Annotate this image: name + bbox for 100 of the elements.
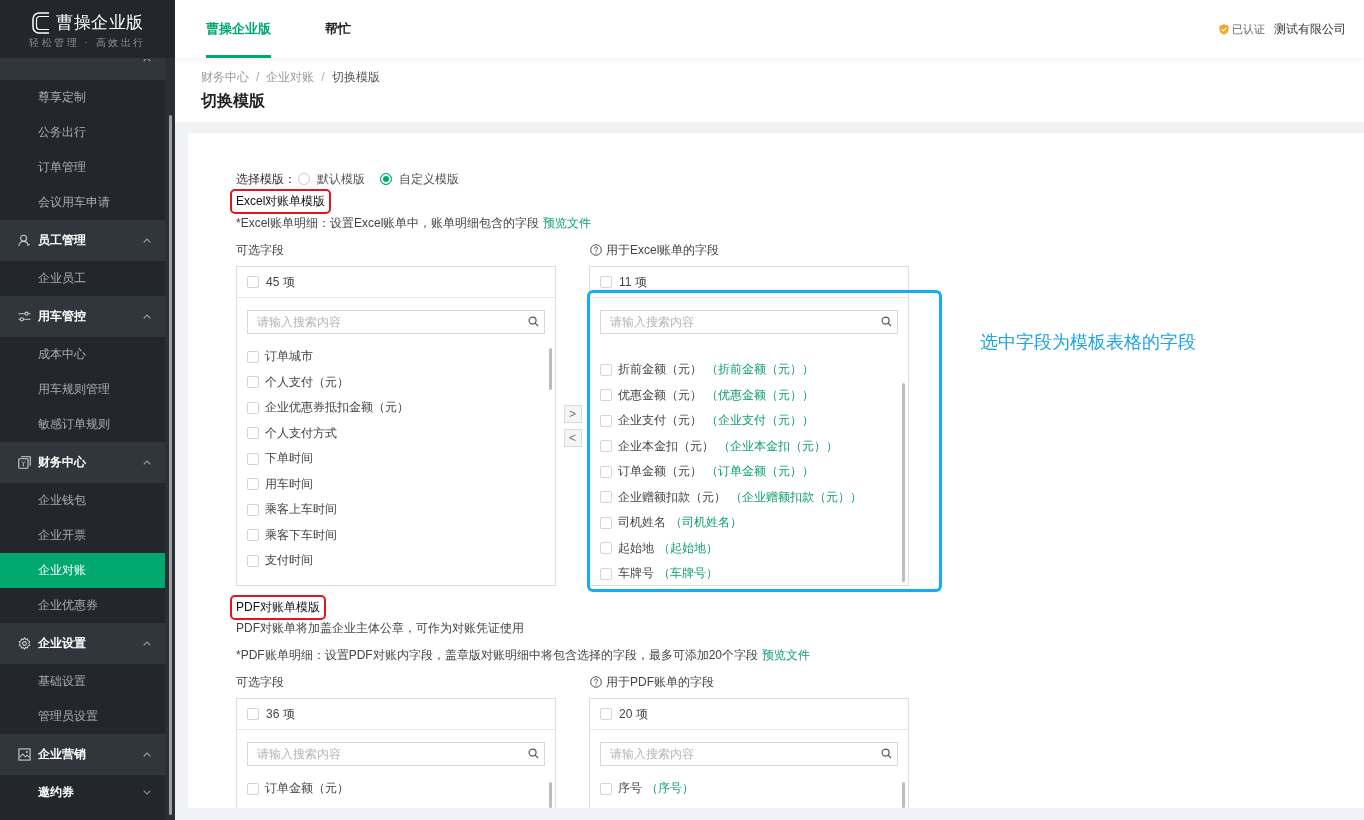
field-name: 个人支付（元） xyxy=(265,373,349,391)
field-name: 优惠金额（元） xyxy=(618,386,702,404)
search-icon xyxy=(528,748,539,759)
checkbox[interactable] xyxy=(600,542,612,555)
logo-title: 曹操企业版 xyxy=(56,12,144,34)
scrollbar[interactable] xyxy=(549,348,552,390)
page-title: 切换模版 xyxy=(201,91,266,111)
checkbox[interactable] xyxy=(247,554,259,567)
checkbox[interactable] xyxy=(247,452,259,465)
field-name: 企业支付（元） xyxy=(618,412,702,430)
field-name: 企业赠额扣款（元） xyxy=(618,488,726,506)
field-alias: （司机姓名） xyxy=(670,514,742,532)
item-count: 45 项 xyxy=(266,273,295,291)
scrollbar[interactable] xyxy=(169,115,172,815)
checkbox[interactable] xyxy=(600,440,612,453)
radio-option[interactable]: 自定义模版 xyxy=(378,170,459,188)
checkbox[interactable] xyxy=(600,276,612,288)
sidebar-group-header[interactable]: 企业营销 xyxy=(0,734,165,775)
preview-link[interactable]: 预览文件 xyxy=(543,216,592,230)
item-count: 36 项 xyxy=(266,705,295,723)
section-title: Excel对账单模版 xyxy=(230,189,332,214)
checkbox[interactable] xyxy=(600,708,612,720)
field-name: 司机姓名 xyxy=(618,514,666,532)
search-field[interactable]: 请输入搜索内容 xyxy=(247,310,545,334)
radio-option[interactable]: 默认模版 xyxy=(296,170,365,188)
field-alias: （企业本金扣（元）） xyxy=(718,437,838,455)
field-label: 选择模版： xyxy=(236,170,296,188)
hint-text: *PDF账单明细：设置PDF对账内字段，盖章版对账明细中将包含选择的字段，最多可添加20个字段 预览文件 xyxy=(236,647,812,663)
checkbox[interactable] xyxy=(247,401,259,414)
search-icon xyxy=(528,316,539,327)
checkbox[interactable] xyxy=(247,376,259,389)
field-name: 个人支付方式 xyxy=(265,424,337,442)
scrollbar[interactable] xyxy=(549,782,552,808)
field-name: 订单金额（元） xyxy=(618,463,702,481)
checkbox[interactable] xyxy=(600,465,612,478)
checkbox[interactable] xyxy=(247,529,259,542)
section-title: PDF对账单模版 xyxy=(230,595,326,620)
field-name: 起始地 xyxy=(618,539,654,557)
column-title: 用于Excel账单的字段 xyxy=(606,242,720,258)
help-icon xyxy=(590,244,602,256)
scrollbar[interactable] xyxy=(902,383,905,582)
checkbox[interactable] xyxy=(247,503,259,516)
breadcrumb-separator: / xyxy=(321,69,325,85)
settings-icon xyxy=(18,637,31,650)
breadcrumb-current: 切换模版 xyxy=(331,69,380,85)
radio-icon[interactable] xyxy=(380,173,392,185)
field-name: 企业本金扣（元） xyxy=(618,437,714,455)
field-alias: （车牌号） xyxy=(658,565,718,583)
checkbox[interactable] xyxy=(600,782,612,795)
field-alias: （序号） xyxy=(646,780,694,798)
verified-label: 已认证 xyxy=(1232,21,1265,37)
transfer-button[interactable]: > xyxy=(563,405,582,423)
scrollbar[interactable] xyxy=(902,782,905,808)
sliders-icon xyxy=(18,310,31,323)
item-count: 20 项 xyxy=(619,705,648,723)
sidebar-group-header[interactable]: 企业设置 xyxy=(0,623,165,664)
shield-icon xyxy=(1219,23,1229,35)
search-field[interactable]: 请输入搜索内容 xyxy=(600,742,898,766)
field-alias: （折前金额（元）） xyxy=(706,361,814,379)
description-text: PDF对账单将加盖企业主体公章，可作为对账凭证使用 xyxy=(236,620,525,636)
field-alias: （企业支付（元）） xyxy=(706,412,814,430)
field-name: 序号 xyxy=(618,780,642,798)
sidebar-group-header[interactable]: 财务中心 xyxy=(0,442,165,483)
field-name: 订单城市 xyxy=(265,348,313,366)
field-name: 用车时间 xyxy=(265,475,313,493)
checkbox[interactable] xyxy=(600,516,612,529)
search-field[interactable]: 请输入搜索内容 xyxy=(600,310,898,334)
annotation-text: 选中字段为模板表格的字段 xyxy=(980,331,1196,353)
field-name: 折前金额（元） xyxy=(618,361,702,379)
sidebar-group-header[interactable] xyxy=(0,58,165,80)
sidebar-group-header[interactable]: 用车管控 xyxy=(0,296,165,337)
field-name: 下单时间 xyxy=(265,450,313,468)
sidebar-group-header[interactable]: 员工管理 xyxy=(0,220,165,261)
field-name: 订单金额（元） xyxy=(265,780,349,798)
company-name[interactable]: 测试有限公司 xyxy=(1274,20,1346,38)
checkbox[interactable] xyxy=(247,708,259,720)
field-name: 乘客上车时间 xyxy=(265,501,337,519)
checkbox[interactable] xyxy=(600,567,612,580)
transfer-button[interactable]: < xyxy=(563,429,582,447)
checkbox[interactable] xyxy=(600,363,612,376)
search-icon xyxy=(881,316,892,327)
checkbox[interactable] xyxy=(600,414,612,427)
checkbox[interactable] xyxy=(600,389,612,402)
column-title: 可选字段 xyxy=(236,674,285,690)
checkbox[interactable] xyxy=(247,427,259,440)
field-name: 车牌号 xyxy=(618,565,654,583)
checkbox[interactable] xyxy=(247,478,259,491)
checkbox[interactable] xyxy=(247,350,259,363)
checkbox[interactable] xyxy=(247,782,259,795)
nav-tab[interactable]: 帮忙 xyxy=(325,0,351,58)
checkbox[interactable] xyxy=(600,491,612,504)
field-alias: （企业赠额扣款（元）） xyxy=(730,488,862,506)
item-count: 11 项 xyxy=(619,273,647,291)
search-field[interactable]: 请输入搜索内容 xyxy=(247,742,545,766)
preview-link[interactable]: 预览文件 xyxy=(762,648,811,662)
radio-icon[interactable] xyxy=(298,173,310,185)
field-name: 乘客下车时间 xyxy=(265,526,337,544)
field-name: 企业优惠券抵扣金额（元） xyxy=(265,399,409,417)
search-icon xyxy=(881,748,892,759)
checkbox[interactable] xyxy=(247,276,259,288)
